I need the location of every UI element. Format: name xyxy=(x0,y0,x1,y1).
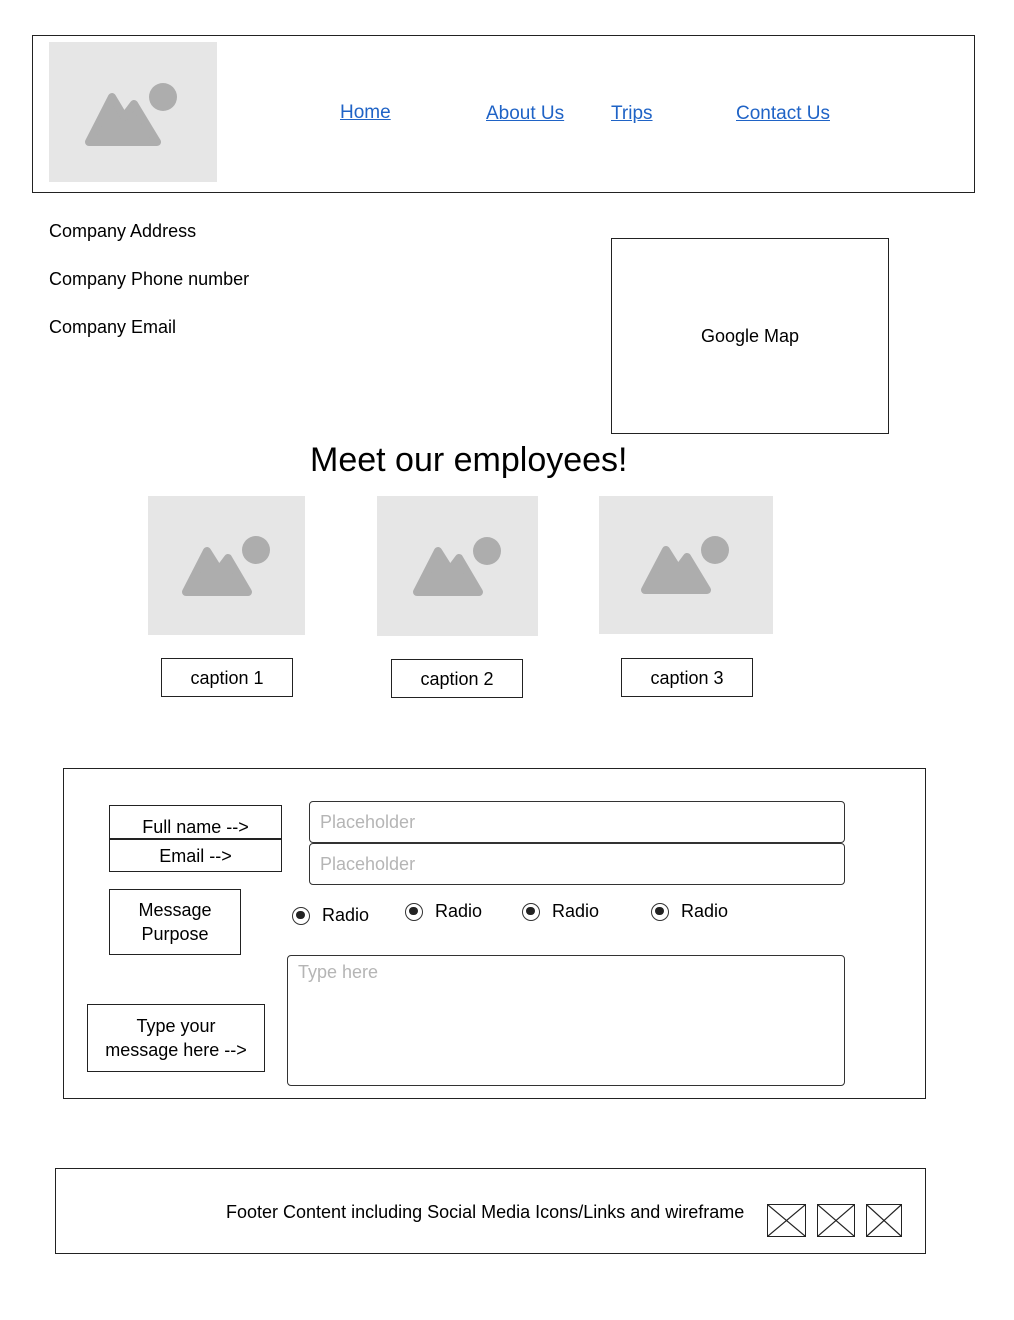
radio-selected-icon xyxy=(292,906,310,925)
nav-trips-link[interactable]: Trips xyxy=(611,103,653,125)
full-name-input[interactable]: Placeholder xyxy=(309,801,845,843)
radio-selected-icon xyxy=(651,902,669,921)
full-name-label: Full name --> xyxy=(109,805,282,839)
employee-3-image-placeholder-icon xyxy=(599,496,773,634)
message-purpose-label: Message Purpose xyxy=(109,889,241,955)
radio-selected-icon xyxy=(522,902,540,921)
purpose-radio-4[interactable]: Radio xyxy=(651,901,728,922)
radio-label: Radio xyxy=(322,905,370,925)
footer-text: Footer Content including Social Media Ic… xyxy=(226,1202,745,1222)
google-map[interactable]: Google Map xyxy=(611,238,889,434)
logo-image-placeholder-icon xyxy=(49,42,217,182)
purpose-radio-1[interactable]: Radio xyxy=(292,905,369,926)
radio-label: Radio xyxy=(552,901,600,921)
email-input[interactable]: Placeholder xyxy=(309,843,845,885)
caption-1: caption 1 xyxy=(161,658,293,697)
google-map-label: Google Map xyxy=(700,326,800,346)
employee-2-image-placeholder-icon xyxy=(377,496,538,636)
purpose-radio-3[interactable]: Radio xyxy=(522,901,599,922)
radio-label: Radio xyxy=(681,901,729,921)
message-label-line2: message here --> xyxy=(105,1040,247,1060)
message-purpose-label-line1: Message xyxy=(138,900,212,920)
company-email: Company Email xyxy=(49,317,177,337)
nav-about-us-link[interactable]: About Us xyxy=(486,103,564,125)
message-label: Type your message here --> xyxy=(87,1004,265,1072)
caption-2: caption 2 xyxy=(391,659,523,698)
social-media-icon[interactable] xyxy=(866,1204,902,1237)
employees-heading: Meet our employees! xyxy=(310,441,628,479)
email-label: Email --> xyxy=(109,839,282,872)
nav-home-link[interactable]: Home xyxy=(340,102,391,124)
social-media-icon[interactable] xyxy=(767,1204,806,1237)
message-purpose-label-line2: Purpose xyxy=(141,924,209,944)
radio-selected-icon xyxy=(405,902,423,921)
company-phone: Company Phone number xyxy=(49,269,250,289)
message-label-line1: Type your xyxy=(136,1016,216,1036)
nav-contact-us-link[interactable]: Contact Us xyxy=(736,103,830,125)
caption-3: caption 3 xyxy=(621,658,753,697)
employee-1-image-placeholder-icon xyxy=(148,496,305,635)
radio-label: Radio xyxy=(435,901,483,921)
message-textarea[interactable]: Type here xyxy=(287,955,845,1086)
purpose-radio-2[interactable]: Radio xyxy=(405,901,482,922)
company-address: Company Address xyxy=(49,221,197,241)
social-media-icon[interactable] xyxy=(817,1204,855,1237)
